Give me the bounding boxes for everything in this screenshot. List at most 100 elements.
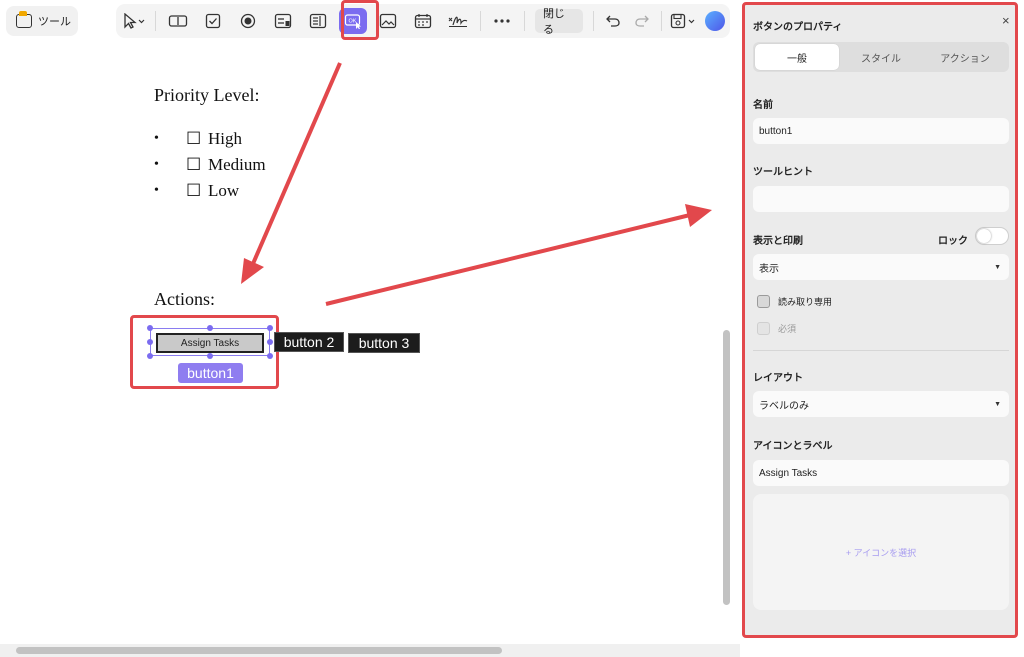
close-icon[interactable]: × — [1002, 13, 1010, 28]
horizontal-scrollbar[interactable] — [16, 647, 502, 654]
image-icon — [380, 13, 397, 29]
vertical-scrollbar[interactable] — [723, 330, 730, 605]
property-tabs: 一般 スタイル アクション — [753, 42, 1009, 72]
annotation-highlight-button-tool — [341, 0, 379, 40]
close-form-edit-button[interactable]: 閉じる — [534, 8, 584, 36]
toggle-knob — [977, 229, 991, 243]
toolbar-divider — [479, 11, 481, 31]
label-text-value: Assign Tasks — [759, 467, 818, 479]
label-text-field[interactable]: Assign Tasks — [753, 460, 1009, 486]
checkbox-glyph: ☐ — [186, 129, 202, 148]
dropdown-caret-icon: ▼ — [994, 263, 1001, 271]
undo-button[interactable] — [598, 4, 627, 38]
layout-value: ラベルのみ — [759, 400, 809, 412]
signature-tool[interactable] — [441, 4, 476, 38]
name-field[interactable]: button1 — [753, 118, 1009, 144]
lock-label: ロック — [938, 236, 968, 247]
resize-handle[interactable] — [267, 353, 273, 359]
toolbox-icon — [16, 11, 32, 28]
priority-list: • ☐ High • ☐ Medium • ☐ Low — [154, 126, 266, 204]
redo-button[interactable] — [627, 4, 656, 38]
button-3[interactable]: button 3 — [348, 333, 420, 353]
button-properties-panel: ボタンのプロパティ × 一般 スタイル アクション 名前 button1 ツール… — [742, 2, 1018, 638]
panel-title: ボタンのプロパティ — [753, 22, 843, 33]
pointer-icon — [123, 13, 144, 29]
checkbox-icon — [205, 13, 220, 29]
lock-toggle[interactable] — [975, 227, 1009, 245]
required-label: 必須 — [778, 324, 797, 334]
bullet: • — [154, 131, 159, 146]
layout-label: レイアウト — [753, 373, 803, 384]
icon-label-section-title: アイコンとラベル — [753, 441, 833, 452]
combo-box-icon — [274, 13, 292, 29]
resize-handle[interactable] — [207, 325, 213, 331]
more-tools[interactable] — [485, 4, 520, 38]
tools-button[interactable]: ツール — [6, 6, 78, 36]
priority-item-label: Medium — [208, 155, 266, 174]
save-icon — [670, 13, 695, 29]
toolbar-divider — [660, 11, 662, 31]
ellipsis-icon — [494, 19, 511, 23]
name-label: 名前 — [753, 100, 773, 111]
readonly-row[interactable]: 読み取り専用 — [757, 295, 832, 308]
checkbox-glyph: ☐ — [186, 155, 202, 174]
signature-icon — [448, 16, 468, 27]
save-menu[interactable] — [666, 4, 701, 38]
select-icon-area[interactable]: + アイコンを選択 — [753, 494, 1009, 610]
ai-assistant-icon — [705, 11, 726, 31]
radio-button-tool[interactable] — [230, 4, 265, 38]
tooltip-label: ツールヒント — [753, 167, 813, 178]
required-checkbox — [757, 322, 770, 335]
redo-icon — [635, 15, 649, 27]
bullet: • — [154, 157, 159, 172]
button-2[interactable]: button 2 — [274, 332, 344, 352]
display-print-label: 表示と印刷 — [753, 236, 803, 247]
toolbar-divider — [593, 11, 595, 31]
priority-heading: Priority Level: — [154, 85, 260, 105]
document-page: Priority Level: • ☐ High • ☐ Medium • ☐ … — [0, 40, 720, 644]
tab-style[interactable]: スタイル — [839, 44, 923, 70]
assign-tasks-button[interactable]: Assign Tasks — [156, 333, 264, 353]
resize-handle[interactable] — [147, 325, 153, 331]
priority-item: • ☐ Medium — [154, 152, 266, 178]
undo-icon — [605, 15, 620, 27]
bullet: • — [154, 183, 159, 198]
required-row: 必須 — [757, 322, 796, 335]
radio-icon — [240, 13, 255, 29]
tooltip-field[interactable] — [753, 186, 1009, 212]
toolbar-divider — [155, 11, 157, 31]
date-tool[interactable] — [406, 4, 441, 38]
select-tool[interactable] — [116, 4, 151, 38]
ai-assistant-button[interactable] — [701, 4, 730, 38]
priority-item: • ☐ High — [154, 126, 266, 152]
app-window: ツール OK 閉じる Priority Level: • ☐ High • ☐ … — [0, 0, 1024, 657]
text-field-tool[interactable] — [160, 4, 195, 38]
readonly-label: 読み取り専用 — [778, 297, 833, 307]
tools-label: ツール — [38, 16, 71, 28]
resize-handle[interactable] — [147, 353, 153, 359]
text-field-icon — [168, 15, 187, 27]
tab-action[interactable]: アクション — [923, 44, 1007, 70]
tab-general[interactable]: 一般 — [755, 44, 839, 70]
priority-item-label: High — [208, 129, 242, 148]
section-divider — [753, 350, 1009, 351]
resize-handle[interactable] — [207, 353, 213, 359]
calendar-icon — [415, 14, 432, 29]
toolbar-divider — [523, 11, 525, 31]
layout-select[interactable]: ラベルのみ ▼ — [753, 391, 1009, 417]
visibility-select[interactable]: 表示 ▼ — [753, 254, 1009, 280]
priority-item-label: Low — [208, 181, 240, 200]
list-box-tool[interactable] — [300, 4, 335, 38]
checkbox-glyph: ☐ — [186, 181, 202, 200]
readonly-checkbox[interactable] — [757, 295, 770, 308]
field-name-tag: button1 — [178, 363, 243, 383]
resize-handle[interactable] — [147, 339, 153, 345]
resize-handle[interactable] — [267, 325, 273, 331]
dropdown-caret-icon: ▼ — [994, 400, 1001, 408]
resize-handle[interactable] — [267, 339, 273, 345]
list-box-icon — [309, 13, 327, 29]
visibility-value: 表示 — [759, 263, 779, 275]
combo-box-tool[interactable] — [265, 4, 300, 38]
select-icon-button[interactable]: + アイコンを選択 — [846, 546, 916, 559]
checkbox-tool[interactable] — [195, 4, 230, 38]
